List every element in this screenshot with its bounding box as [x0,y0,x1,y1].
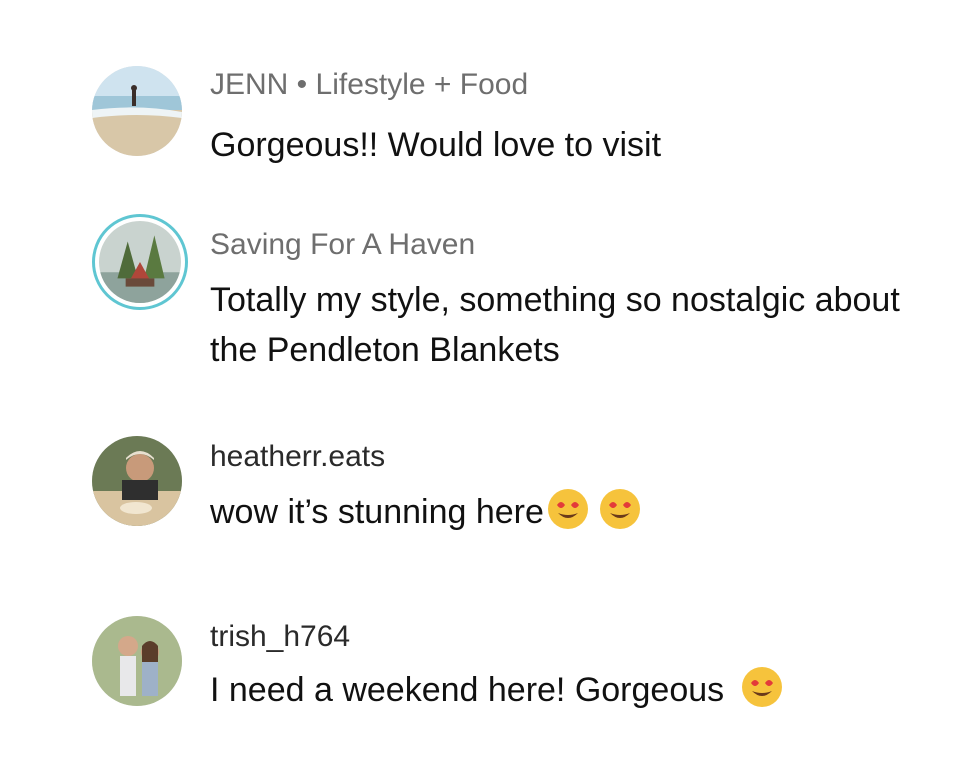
comment-text: Totally my style, something so nostalgic… [210,281,900,369]
username[interactable]: heatherr.eats [210,440,385,474]
username[interactable]: JENN • Lifestyle + Food [210,68,528,102]
comment-text: Gorgeous!! Would love to visit [210,126,662,164]
couple-photo-icon [92,616,182,706]
comment-text: I need a weekend here! Gorgeous [210,665,930,715]
avatar[interactable] [92,66,182,156]
comment-text-body: wow it’s stunning here [210,493,544,531]
username[interactable]: trish_h764 [210,620,350,654]
heart-eyes-emoji-icon [598,487,642,531]
avatar[interactable] [92,436,182,526]
cabin-photo-icon [99,221,181,303]
comment-text: wow it’s stunning here [210,487,930,537]
username[interactable]: Saving For A Haven [210,228,475,262]
comment-text-body: I need a weekend here! Gorgeous [210,671,725,709]
avatar-story-ring[interactable] [92,214,188,310]
beach-photo-icon [92,66,182,156]
heart-eyes-emoji-icon [740,665,784,709]
eating-photo-icon [92,436,182,526]
avatar[interactable] [92,616,182,706]
heart-eyes-emoji-icon [546,487,590,531]
